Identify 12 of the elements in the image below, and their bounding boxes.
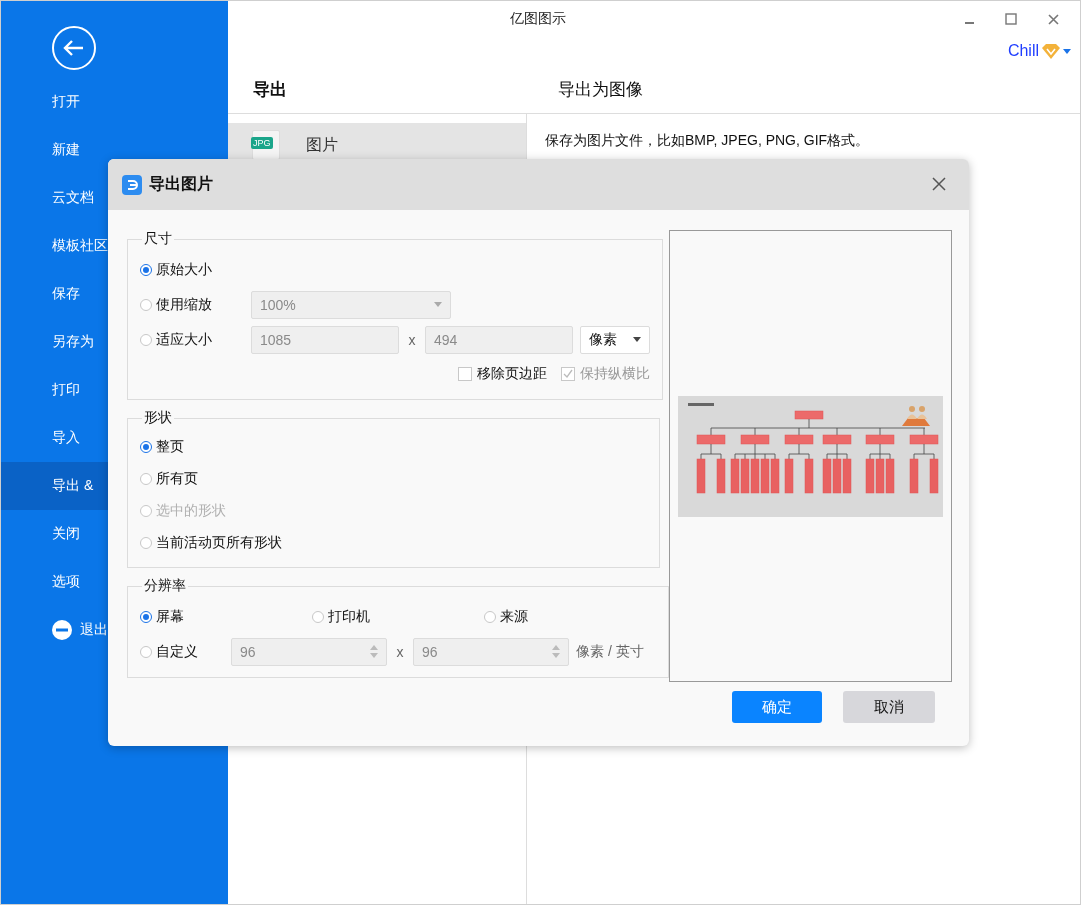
detail-heading: 导出为图像	[557, 78, 644, 101]
description: 保存为图片文件，比如BMP, JPEG, PNG, GIF格式。	[545, 132, 870, 150]
file-icon: JPG	[252, 130, 280, 160]
panel-heading: 导出	[252, 78, 288, 101]
window-title: 亿图图示	[510, 10, 566, 28]
group-legend: 形状	[142, 409, 174, 427]
group-legend: 分辨率	[142, 577, 188, 595]
group-legend: 尺寸	[142, 230, 174, 248]
times-sign: x	[407, 331, 417, 348]
times-sign: x	[395, 643, 405, 660]
dialog-title: 导出图片	[149, 174, 213, 194]
unit-label: 像素 / 英寸	[576, 642, 644, 661]
